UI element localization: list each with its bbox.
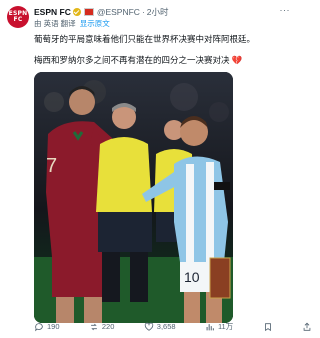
bookmark-icon [264, 322, 271, 331]
tweet[interactable]: ESPN FC ESPN FC @ESPNFC · 2小时 ··· 由 英语 翻… [0, 0, 300, 338]
tweet-header: ESPN FC @ESPNFC · 2小时 [34, 6, 292, 18]
repost-count: 220 [101, 322, 115, 331]
views-button[interactable]: 11万 [205, 321, 233, 332]
timestamp[interactable]: 2小时 [147, 6, 169, 18]
heart-icon [144, 322, 153, 331]
portugal-shirt-number: 7 [46, 155, 57, 177]
tweet-photo[interactable]: 7 10 [34, 72, 233, 323]
tweet-text: 葡萄牙的平局意味着他们只能在世界杯决赛中对阵阿根廷。 梅西和罗纳尔多之间不再有潜… [34, 33, 292, 66]
reply-icon [34, 322, 43, 331]
show-original-link[interactable]: 显示原文 [80, 19, 110, 28]
bookmark-button[interactable] [263, 322, 273, 332]
author-name[interactable]: ESPN FC [34, 7, 71, 17]
broken-heart-emoji: 💔 [231, 55, 243, 65]
separator-dot: · [141, 7, 145, 17]
repost-icon [90, 323, 97, 330]
repost-button[interactable]: 220 [89, 322, 115, 332]
argentina-shorts-number: 10 [184, 269, 200, 285]
verified-badge-icon [72, 8, 81, 16]
flag-icon [83, 8, 94, 16]
like-count: 3,658 [156, 322, 176, 331]
tweet-actions: 190 220 3,658 11万 [34, 321, 312, 332]
views-count: 11万 [217, 322, 234, 331]
tweet-text-line1: 葡萄牙的平局意味着他们只能在世界杯决赛中对阵阿根廷。 [34, 34, 256, 44]
share-button[interactable] [302, 322, 312, 332]
avatar-text-bottom: FC [13, 16, 23, 23]
tweet-text-line2-text: 梅西和罗纳尔多之间不再有潜在的四分之一决赛对决 [34, 55, 230, 65]
reply-button[interactable]: 190 [34, 322, 60, 332]
author-handle[interactable]: @ESPNFC [97, 7, 140, 17]
avatar[interactable]: ESPN FC [7, 6, 29, 28]
translation-note: 由 英语 翻译 显示原文 [34, 18, 292, 29]
translation-prefix: 由 英语 翻译 [34, 19, 76, 28]
photo-illustration: 7 10 [34, 72, 233, 323]
share-icon [303, 322, 311, 331]
views-chart-icon [206, 323, 214, 330]
more-options-icon[interactable]: ··· [280, 5, 291, 15]
like-button[interactable]: 3,658 [144, 322, 176, 332]
reply-count: 190 [47, 322, 60, 331]
tweet-text-line2: 梅西和罗纳尔多之间不再有潜在的四分之一决赛对决 💔 [34, 54, 292, 66]
